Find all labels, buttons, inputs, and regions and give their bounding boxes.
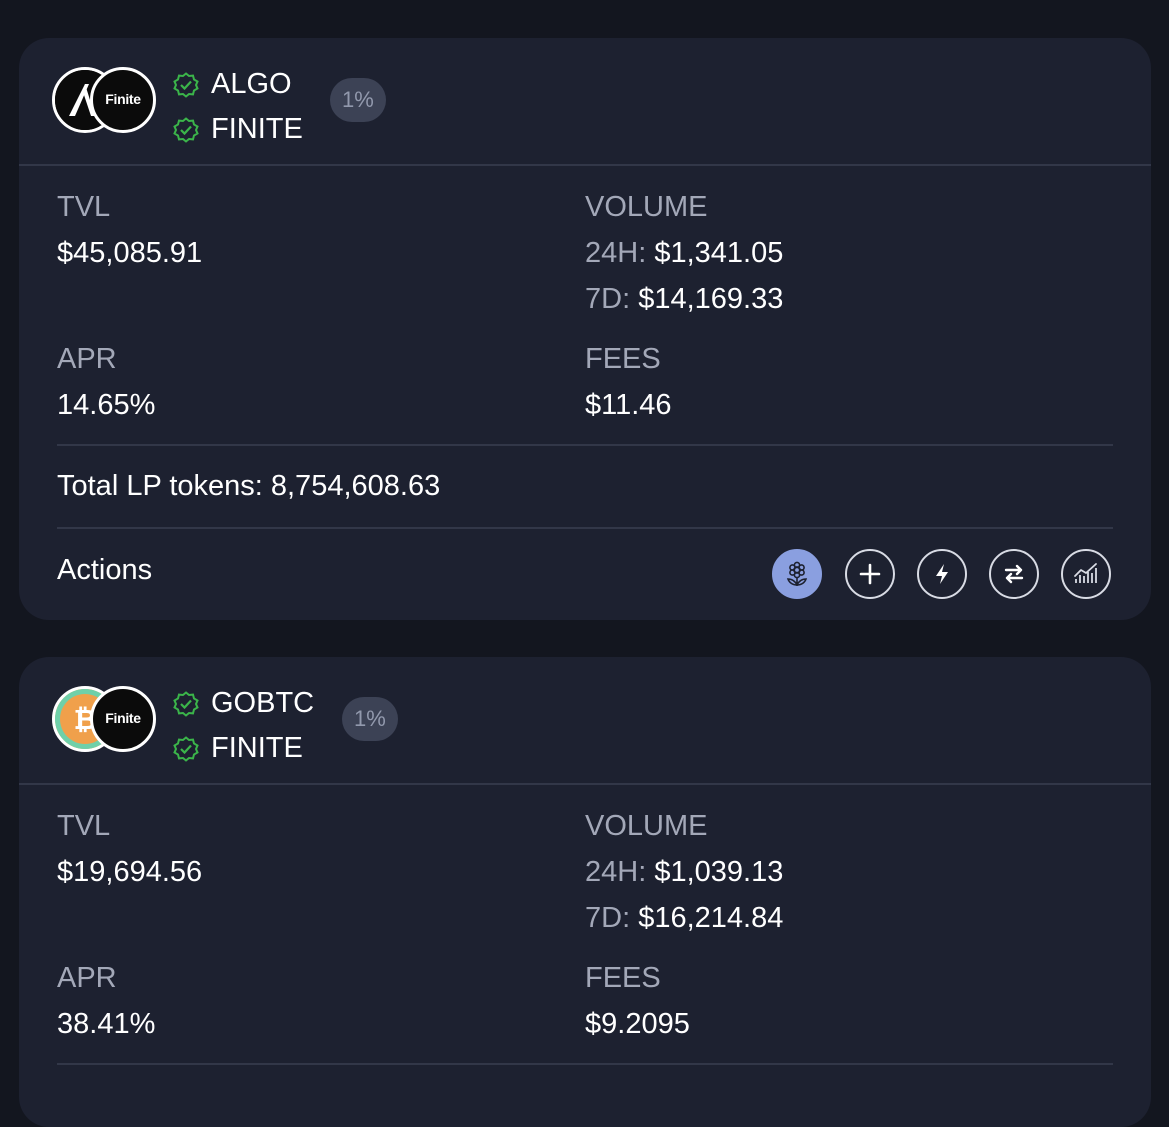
finite-logo: Finite	[90, 686, 156, 752]
tvl-value: $19,694.56	[57, 856, 203, 888]
pool-assets: ALGO FINITE	[173, 62, 303, 152]
divider	[57, 527, 1113, 529]
fees-stat: FEES $11.46	[585, 337, 672, 428]
pool-card-header: ₿ Finite GOBTC FINITE 1%	[19, 657, 1151, 785]
apr-stat: APR 14.65%	[57, 337, 155, 428]
volume-24h-label: 24H:	[585, 237, 647, 269]
volume-7d-value: $16,214.84	[638, 902, 784, 934]
volume-7d: 7D: $14,169.33	[585, 276, 783, 322]
tvl-value: $45,085.91	[57, 237, 203, 269]
volume-stat: VOLUME 24H: $1,039.13 7D: $16,214.84	[585, 804, 783, 941]
zap-button[interactable]	[917, 549, 967, 599]
volume-7d-value: $14,169.33	[638, 283, 784, 315]
apr-label: APR	[57, 962, 117, 994]
asset-row: GOBTC	[173, 681, 314, 726]
verified-icon	[173, 735, 199, 762]
swap-icon	[1004, 564, 1024, 584]
verified-icon	[173, 690, 199, 717]
total-lp-tokens: Total LP tokens: 8,754,608.63	[57, 470, 441, 502]
tvl-stat: TVL $19,694.56	[57, 804, 202, 895]
pool-card-header: Finite ALGO FINITE 1%	[19, 38, 1151, 166]
pool-card-gobtc-finite: ₿ Finite GOBTC FINITE 1% TVL $19,694.56 …	[19, 657, 1151, 1127]
analytics-icon	[1074, 563, 1097, 583]
fees-label: FEES	[585, 962, 661, 994]
analytics-button[interactable]	[1061, 549, 1111, 599]
pool-assets: GOBTC FINITE	[173, 681, 314, 771]
fees-stat: FEES $9.2095	[585, 956, 690, 1047]
apr-value: 38.41%	[57, 1008, 156, 1040]
asset-row: FINITE	[173, 107, 303, 152]
apr-value: 14.65%	[57, 389, 156, 421]
divider	[57, 444, 1113, 446]
divider	[57, 1063, 1113, 1065]
pool-logo-pair: ₿ Finite	[52, 686, 156, 752]
volume-24h: 24H: $1,341.05	[585, 230, 783, 276]
asset-name: FINITE	[211, 113, 303, 145]
fee-tier-badge: 1%	[330, 78, 386, 122]
tvl-label: TVL	[57, 191, 111, 223]
volume-7d-label: 7D:	[585, 283, 631, 315]
farm-icon	[786, 561, 808, 586]
fees-label: FEES	[585, 343, 661, 375]
volume-stat: VOLUME 24H: $1,341.05 7D: $14,169.33	[585, 185, 783, 322]
volume-24h-label: 24H:	[585, 856, 647, 888]
fees-value: $9.2095	[585, 1008, 690, 1040]
fee-tier-badge: 1%	[342, 697, 398, 741]
asset-row: ALGO	[173, 62, 303, 107]
apr-stat: APR 38.41%	[57, 956, 155, 1047]
volume-7d: 7D: $16,214.84	[585, 895, 783, 941]
actions-label: Actions	[57, 554, 153, 586]
volume-label: VOLUME	[585, 191, 708, 223]
add-liquidity-button[interactable]	[845, 549, 895, 599]
apr-label: APR	[57, 343, 117, 375]
swap-button[interactable]	[989, 549, 1039, 599]
asset-name: ALGO	[211, 68, 292, 100]
add-liquidity-icon	[859, 563, 881, 585]
volume-24h-value: $1,341.05	[654, 237, 784, 269]
volume-7d-label: 7D:	[585, 902, 631, 934]
volume-label: VOLUME	[585, 810, 708, 842]
tvl-stat: TVL $45,085.91	[57, 185, 202, 276]
farm-button[interactable]	[772, 549, 822, 599]
verified-icon	[173, 71, 199, 98]
volume-24h-value: $1,039.13	[654, 856, 784, 888]
asset-name: GOBTC	[211, 687, 315, 719]
finite-logo: Finite	[90, 67, 156, 133]
pool-logo-pair: Finite	[52, 67, 156, 133]
volume-24h: 24H: $1,039.13	[585, 849, 783, 895]
zap-icon	[936, 564, 948, 584]
tvl-label: TVL	[57, 810, 111, 842]
asset-row: FINITE	[173, 726, 314, 771]
fees-value: $11.46	[585, 389, 672, 421]
pool-card-algo-finite: Finite ALGO FINITE 1% TVL $45,085.91 VOL…	[19, 38, 1151, 620]
asset-name: FINITE	[211, 732, 303, 764]
verified-icon	[173, 116, 199, 143]
